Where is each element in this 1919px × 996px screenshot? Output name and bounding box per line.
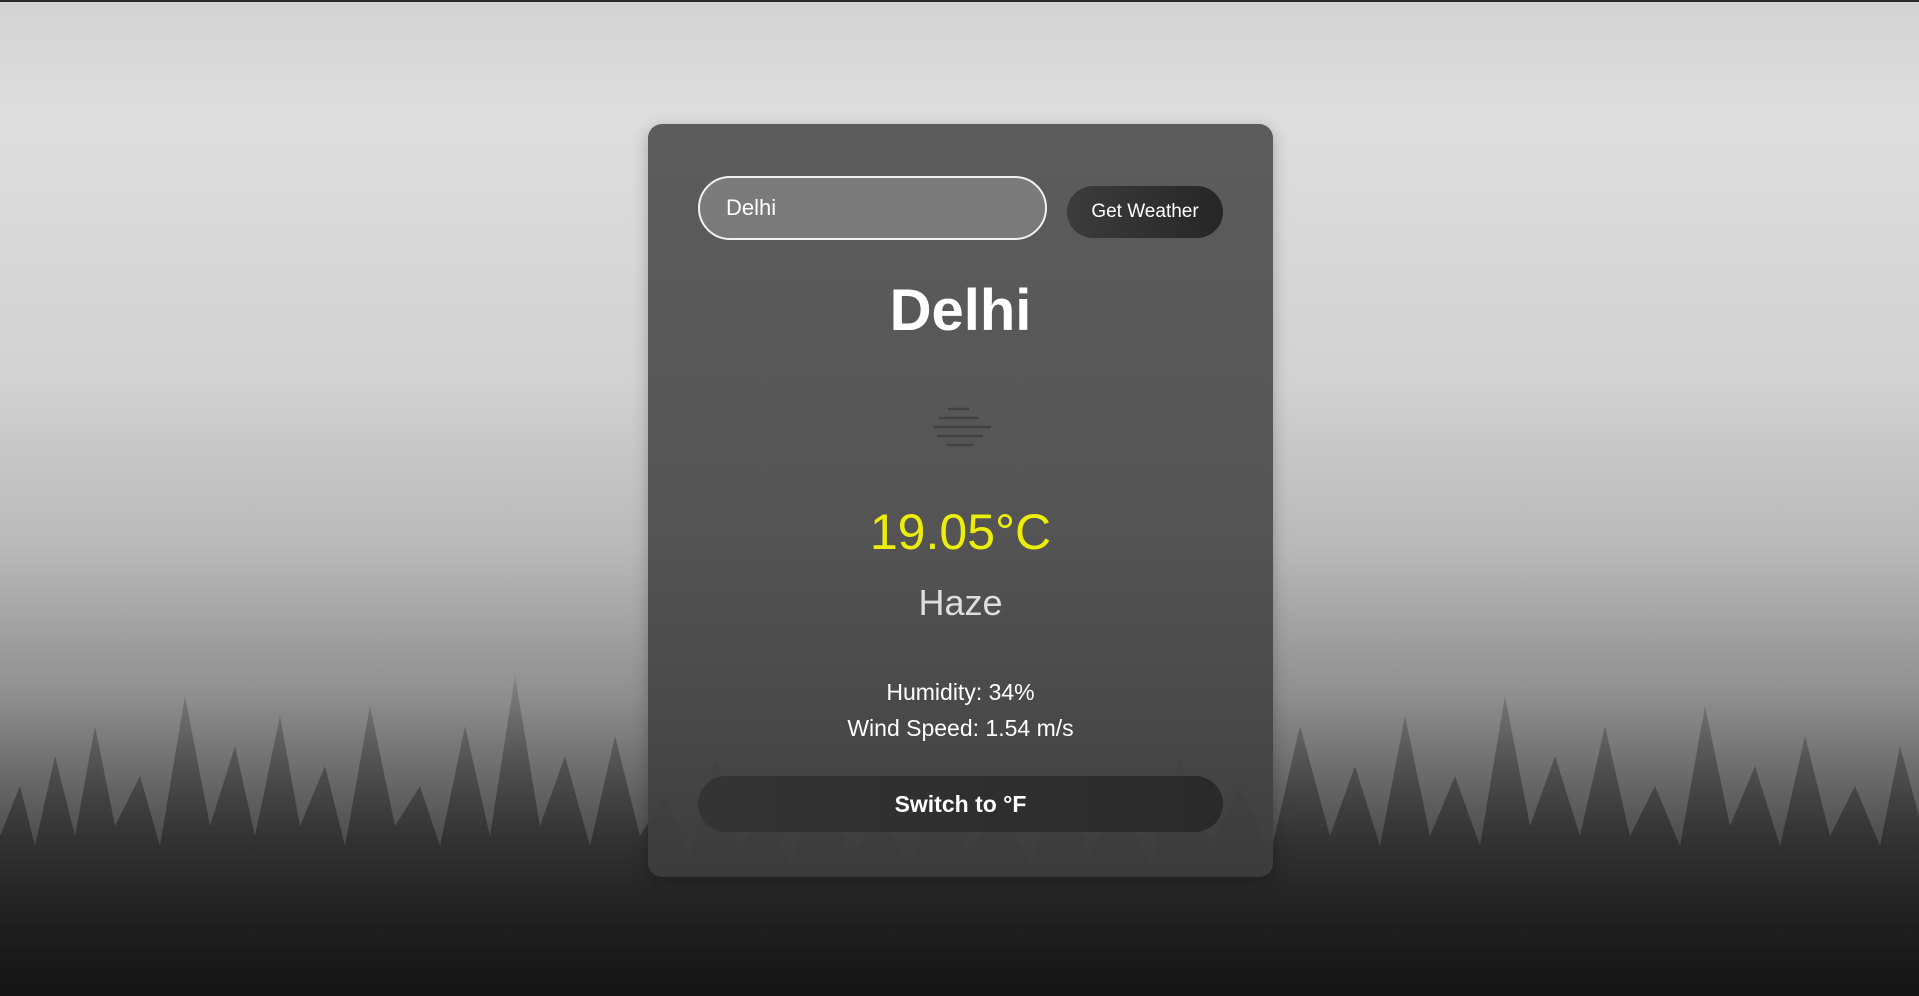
weather-description: Haze	[918, 582, 1003, 623]
city-search-input[interactable]	[698, 176, 1047, 240]
haze-icon	[932, 407, 992, 447]
search-row: Get Weather	[698, 176, 1223, 240]
weather-details: Humidity: 34% Wind Speed: 1.54 m/s	[648, 674, 1273, 746]
weather-card: Get Weather Delhi 19.05°C Haze Humidity:…	[648, 124, 1273, 877]
wind-speed-text: Wind Speed: 1.54 m/s	[847, 715, 1074, 741]
humidity-text: Humidity: 34%	[886, 679, 1035, 705]
temperature-value: 19.05°C	[869, 504, 1052, 560]
get-weather-button[interactable]: Get Weather	[1067, 186, 1223, 238]
switch-unit-button[interactable]: Switch to °F	[698, 776, 1223, 832]
city-name: Delhi	[889, 278, 1032, 343]
